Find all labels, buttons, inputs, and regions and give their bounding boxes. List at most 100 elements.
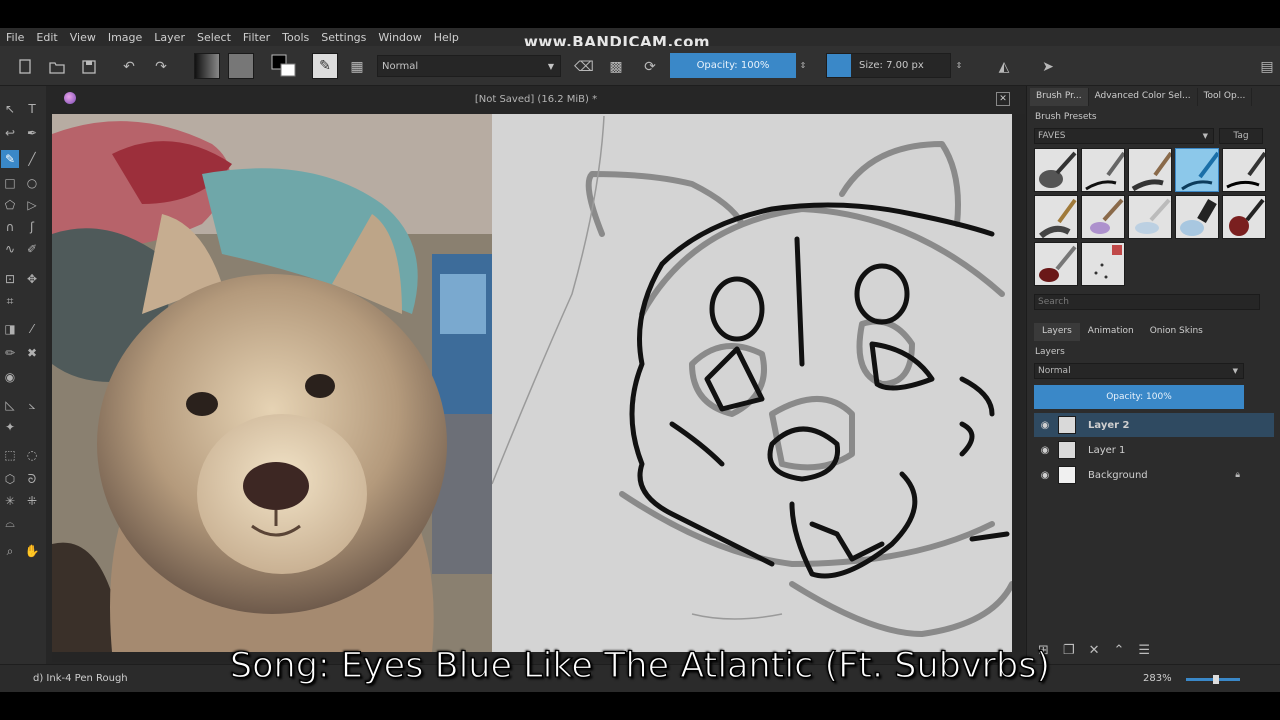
menu-image[interactable]: Image [108,31,142,44]
wrap-around-icon[interactable]: ➤ [1036,56,1060,78]
menu-filter[interactable]: Filter [243,31,270,44]
tab-advanced-color-selector[interactable]: Advanced Color Sel... [1089,88,1198,106]
document-tab-title[interactable]: [Not Saved] (16.2 MiB) * [46,90,1026,110]
move-tool-icon[interactable]: ✥ [23,270,41,288]
bezier-select-icon[interactable]: ⌓ [1,514,19,532]
brush-preset-item[interactable] [1034,148,1078,192]
tab-tool-options[interactable]: Tool Op... [1198,88,1253,106]
menu-tools[interactable]: Tools [282,31,309,44]
menu-layer[interactable]: Layer [154,31,185,44]
lock-icon[interactable]: 🔒︎ [1235,470,1240,480]
ellipse-tool-icon[interactable]: ○ [23,174,41,192]
crop-tool-icon[interactable]: ⌗ [1,292,19,310]
mirror-horizontal-icon[interactable]: ◭ [992,56,1016,78]
tab-onion-skins[interactable]: Onion Skins [1142,323,1211,341]
freehand-select-icon[interactable]: ᘐ [23,470,41,488]
save-icon[interactable] [78,56,100,78]
brush-search-input[interactable]: Search [1034,294,1260,310]
brush-preset-icon[interactable]: ✎ [312,53,338,79]
blend-mode-select[interactable]: Normal ▼ [377,55,561,77]
layer-blend-mode-select[interactable]: Normal ▼ [1034,363,1244,379]
color-picker-icon[interactable]: ⁄ [23,320,41,338]
brush-preset-item[interactable] [1175,195,1219,239]
zoom-tool-icon[interactable]: ⌕ [1,542,19,560]
brush-preset-item[interactable] [1081,242,1125,286]
open-folder-icon[interactable] [46,56,68,78]
brush-preset-item[interactable] [1222,195,1266,239]
vertical-scrollbar[interactable] [1013,114,1025,652]
ellipse-select-icon[interactable]: ◌ [23,446,41,464]
bezier-tool-icon[interactable]: ∩ [1,218,19,236]
menu-view[interactable]: View [70,31,96,44]
eye-icon[interactable]: ◉ [1036,470,1054,481]
menu-settings[interactable]: Settings [321,31,366,44]
brush-preset-item[interactable] [1128,195,1172,239]
brush-preset-item[interactable] [1081,195,1125,239]
size-slider[interactable]: Size: 7.00 px [826,53,951,78]
menu-select[interactable]: Select [197,31,231,44]
smart-patch-icon[interactable]: ✖ [23,344,41,362]
menu-help[interactable]: Help [434,31,459,44]
freehand-brush-icon[interactable]: ✎ [1,150,19,168]
gradient-tool-icon[interactable]: ◨ [1,320,19,338]
assistant-tool-icon[interactable]: ◺ [1,396,19,414]
similar-select-icon[interactable]: ⁜ [23,492,41,510]
size-stepper[interactable]: ⇕ [953,53,965,78]
layer-row[interactable]: ◉ Background 🔒︎ [1034,463,1274,487]
brush-preset-item[interactable] [1034,195,1078,239]
contiguous-select-icon[interactable]: ✳ [1,492,19,510]
measure-tool-icon[interactable]: ⦣ [23,396,41,414]
select-shapes-icon[interactable]: ↖ [1,100,19,118]
tag-button[interactable]: Tag [1219,128,1263,144]
brush-preset-item[interactable] [1034,242,1078,286]
dynamic-brush-icon[interactable]: ∿ [1,240,19,258]
polyline-tool-icon[interactable]: ▷ [23,196,41,214]
reference-tool-icon[interactable]: ✦ [1,418,19,436]
eye-icon[interactable]: ◉ [1036,445,1054,456]
line-tool-icon[interactable]: ╱ [23,150,41,168]
workspace-icon[interactable]: ▤ [1258,56,1276,78]
tab-brush-presets[interactable]: Brush Pr... [1030,88,1089,106]
eye-icon[interactable]: ◉ [1036,420,1054,431]
text-tool-icon[interactable]: T [23,100,41,118]
rect-select-icon[interactable]: ⬚ [1,446,19,464]
menu-file[interactable]: File [6,31,24,44]
brush-preset-item-selected[interactable] [1175,148,1219,192]
pan-tool-icon[interactable]: ✋ [23,542,41,560]
fill-tool-icon[interactable]: ◉ [1,368,19,386]
grid-presets-icon[interactable]: ▦ [346,56,368,78]
menu-edit[interactable]: Edit [36,31,57,44]
color-sampler-icon[interactable]: ✏ [1,344,19,362]
brush-preset-item[interactable] [1128,148,1172,192]
alpha-lock-icon[interactable]: ▩ [605,56,627,78]
eraser-icon[interactable]: ⌫ [573,56,595,78]
edit-shapes-icon[interactable]: ↩ [1,124,19,142]
redo-icon[interactable]: ↷ [150,56,172,78]
new-document-icon[interactable] [14,56,36,78]
menu-window[interactable]: Window [378,31,421,44]
color-swap-icon[interactable] [270,53,298,79]
opacity-stepper[interactable]: ⇕ [797,53,809,78]
pattern-swatch[interactable] [228,53,254,79]
drawing-canvas[interactable] [491,114,1015,652]
tag-filter-select[interactable]: FAVES ▼ [1034,128,1214,144]
layer-opacity-slider[interactable]: Opacity: 100% [1034,385,1244,409]
brush-preset-item[interactable] [1222,148,1266,192]
reload-preset-icon[interactable]: ⟳ [639,56,661,78]
polygon-select-icon[interactable]: ⬡ [1,470,19,488]
gradient-swatch[interactable] [194,53,220,79]
multibrush-icon[interactable]: ✐ [23,240,41,258]
opacity-slider[interactable]: Opacity: 100% [670,53,796,78]
calligraphy-icon[interactable]: ✒ [23,124,41,142]
rectangle-tool-icon[interactable]: □ [1,174,19,192]
undo-icon[interactable]: ↶ [118,56,140,78]
freehand-path-icon[interactable]: ʃ [23,218,41,236]
layer-row[interactable]: ◉ Layer 1 [1034,438,1274,462]
polygon-tool-icon[interactable]: ⬠ [1,196,19,214]
close-icon[interactable]: ✕ [996,92,1010,106]
tab-animation[interactable]: Animation [1080,323,1142,341]
layer-row[interactable]: ◉ Layer 2 [1034,413,1274,437]
tab-layers[interactable]: Layers [1034,323,1080,341]
transform-tool-icon[interactable]: ⊡ [1,270,19,288]
brush-preset-item[interactable] [1081,148,1125,192]
